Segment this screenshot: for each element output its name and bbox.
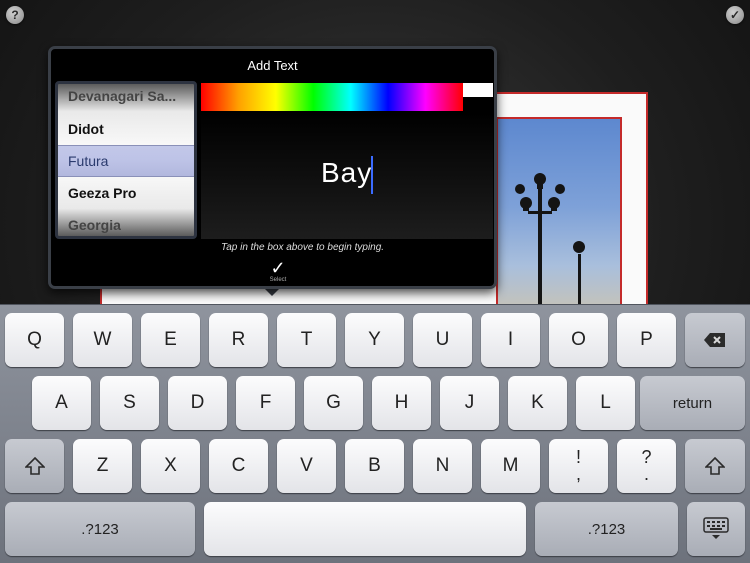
typing-hint: Tap in the box above to begin typing.: [221, 242, 385, 253]
key-y[interactable]: Y: [345, 313, 404, 367]
font-option[interactable]: Devanagari Sa...: [58, 84, 194, 112]
key-bottom-label: .: [643, 464, 649, 484]
key-j[interactable]: J: [440, 376, 499, 430]
key-k[interactable]: K: [508, 376, 567, 430]
backspace-key[interactable]: [685, 313, 745, 367]
key-t[interactable]: T: [277, 313, 336, 367]
key-m[interactable]: M: [481, 439, 540, 493]
select-label: Select: [269, 277, 287, 283]
font-option[interactable]: Geeza Pro: [58, 177, 194, 209]
key-b[interactable]: B: [345, 439, 404, 493]
popover-title: Add Text: [247, 58, 298, 73]
lamp-post-photo: [496, 117, 622, 317]
text-value: Bay: [321, 157, 373, 188]
text-caret: [371, 156, 373, 194]
key-n[interactable]: N: [413, 439, 472, 493]
numbers-key-left[interactable]: .?123: [5, 502, 195, 556]
key-bottom-label: ,: [575, 464, 581, 484]
white-color-swatch[interactable]: [463, 83, 493, 97]
key-h[interactable]: H: [372, 376, 431, 430]
shift-icon: [705, 457, 725, 475]
backspace-icon: [704, 333, 725, 347]
key-c[interactable]: C: [209, 439, 268, 493]
key-z[interactable]: Z: [73, 439, 132, 493]
key-q[interactable]: Q: [5, 313, 64, 367]
key-i[interactable]: I: [481, 313, 540, 367]
key-question-period[interactable]: ? .: [617, 439, 676, 493]
font-option[interactable]: Georgia: [58, 209, 194, 236]
on-screen-keyboard: Q W E R T Y U I O P A S D F G H J K L re…: [0, 304, 750, 563]
key-r[interactable]: R: [209, 313, 268, 367]
key-exclamation-comma[interactable]: ! ,: [549, 439, 608, 493]
key-a[interactable]: A: [32, 376, 91, 430]
shift-key-right[interactable]: [685, 439, 745, 493]
select-button[interactable]: ✓ Select: [267, 259, 289, 285]
key-p[interactable]: P: [617, 313, 676, 367]
key-l[interactable]: L: [576, 376, 635, 430]
key-e[interactable]: E: [141, 313, 200, 367]
font-option[interactable]: Didot: [58, 113, 194, 145]
key-f[interactable]: F: [236, 376, 295, 430]
numbers-key-right[interactable]: .?123: [535, 502, 678, 556]
key-s[interactable]: S: [100, 376, 159, 430]
return-key[interactable]: return: [640, 376, 745, 430]
text-input-box[interactable]: Bay: [201, 113, 493, 239]
font-picker[interactable]: Devanagari Sa... Didot Futura Geeza Pro …: [55, 81, 197, 239]
font-option-selected[interactable]: Futura: [58, 145, 194, 177]
key-w[interactable]: W: [73, 313, 132, 367]
add-text-popover: Add Text Devanagari Sa... Didot Futura G…: [48, 46, 497, 289]
key-o[interactable]: O: [549, 313, 608, 367]
key-d[interactable]: D: [168, 376, 227, 430]
shift-key-left[interactable]: [5, 439, 64, 493]
key-v[interactable]: V: [277, 439, 336, 493]
key-u[interactable]: U: [413, 313, 472, 367]
keyboard-dismiss-icon: [703, 517, 729, 539]
checkmark-icon: ✓: [270, 258, 286, 278]
key-x[interactable]: X: [141, 439, 200, 493]
color-spectrum-slider[interactable]: [201, 83, 463, 111]
done-button[interactable]: ✓: [726, 6, 744, 24]
space-bar[interactable]: [204, 502, 526, 556]
dismiss-keyboard-key[interactable]: [687, 502, 745, 556]
shift-icon: [24, 457, 45, 475]
help-button[interactable]: ?: [6, 6, 24, 24]
key-g[interactable]: G: [304, 376, 363, 430]
